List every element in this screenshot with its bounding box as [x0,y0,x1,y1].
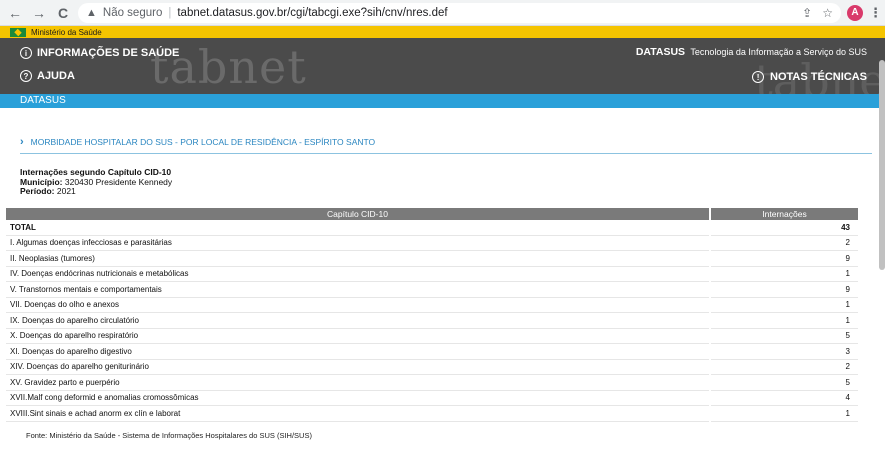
total-value: 43 [709,219,858,236]
report-title-text: MORBIDADE HOSPITALAR DO SUS - POR LOCAL … [30,137,376,147]
tabnet-header: tabnet tabnet i INFORMAÇÕES DE SAÚDE ? A… [0,38,885,94]
row-value: 1 [709,297,858,313]
row-value: 9 [709,281,858,298]
municipio-label: Município: [20,176,63,187]
ministry-link[interactable]: Ministério da Saúde [31,28,102,37]
chevron-right-icon: › [20,136,24,148]
row-value: 1 [709,266,858,282]
row-value: 4 [709,390,858,406]
row-label: IV. Doenças endócrinas nutricionais e me… [6,266,710,282]
table-row: IV. Doenças endócrinas nutricionais e me… [6,266,858,282]
forward-arrow-icon[interactable]: → [30,4,48,22]
periodo-label: Período: [20,186,55,196]
url-text[interactable]: tabnet.datasus.gov.br/cgi/tabcgi.exe?sih… [177,7,447,19]
address-bar-actions: ⇪ ☆ [802,6,833,20]
datasus-subbar: DATASUS [0,94,885,108]
table-row: IX. Doenças do aparelho circulatório 1 [6,312,858,329]
table-row: II. Neoplasias (tumores) 9 [6,250,858,267]
row-value: 1 [709,312,858,329]
column-header-internacoes: Internações [710,207,858,220]
periodo-line: Período: 2021 [20,186,885,197]
brand-name: DATASUS [635,46,686,58]
help-link[interactable]: ? AJUDA [20,70,75,82]
total-label: TOTAL [6,219,710,236]
data-source-note: Fonte: Ministério da Saúde - Sistema de … [26,430,312,440]
row-value: 5 [709,328,858,344]
row-label: IX. Doenças do aparelho circulatório [6,312,710,329]
reload-icon[interactable]: C [54,4,72,22]
table-header-row: Capítulo CID-10 Internações [6,207,858,220]
row-label: V. Transtornos mentais e comportamentais [6,281,710,298]
row-label: XIV. Doenças do aparelho geniturinário [6,359,710,375]
brand-tagline: Tecnologia da Informação a Serviço do SU… [690,47,867,57]
periodo-value: 2021 [56,186,76,196]
municipio-value: 320430 Presidente Kennedy [64,176,173,187]
table-row: VII. Doenças do olho e anexos 1 [6,297,858,313]
row-value: 3 [709,343,858,360]
column-header-capitulo: Capítulo CID-10 [6,207,711,220]
row-label: II. Neoplasias (tumores) [6,250,710,267]
report-meta: Internações segundo Capítulo CID-10 Muni… [20,167,885,197]
table-row: XI. Doenças do aparelho digestivo 3 [6,343,858,360]
table-total-row: TOTAL 43 [6,219,858,236]
table-row: X. Doenças do aparelho respiratório 5 [6,328,858,344]
brazil-flag-icon [10,27,26,37]
government-bar: Ministério da Saúde [0,26,885,38]
row-value: 2 [709,359,858,375]
back-arrow-icon[interactable]: ← [6,4,24,22]
results-table: Capítulo CID-10 Internações TOTAL 43 I. … [6,207,858,422]
row-label: I. Algumas doenças infecciosas e parasit… [6,235,710,251]
row-label: XVII.Malf cong deformid e anomalias crom… [6,390,710,406]
table-row: XVII.Malf cong deformid e anomalias crom… [6,390,858,406]
browser-menu-icon[interactable]: ⋮ [869,5,882,21]
browser-toolbar: ← → C ▲ Não seguro | tabnet.datasus.gov.… [0,0,885,26]
info-circle-icon: ! [752,71,765,83]
address-bar[interactable]: ▲ Não seguro | tabnet.datasus.gov.br/cgi… [78,2,841,23]
share-icon[interactable]: ⇪ [802,6,812,20]
report-title: › MORBIDADE HOSPITALAR DO SUS - POR LOCA… [20,136,872,154]
notas-tecnicas-label: NOTAS TÉCNICAS [770,71,867,83]
row-value: 2 [709,235,858,251]
row-label: XI. Doenças do aparelho digestivo [6,343,710,360]
info-saude-link[interactable]: i INFORMAÇÕES DE SAÚDE [20,47,179,59]
question-circle-icon: ? [20,70,32,82]
table-row: XIV. Doenças do aparelho geniturinário 2 [6,359,858,375]
help-label: AJUDA [37,70,75,82]
row-label: XVIII.Sint sinais e achad anorm ex clín … [6,405,710,422]
info-saude-label: INFORMAÇÕES DE SAÚDE [37,47,180,59]
table-row: I. Algumas doenças infecciosas e parasit… [6,235,858,251]
notas-tecnicas-link[interactable]: ! NOTAS TÉCNICAS [752,71,867,83]
row-value: 5 [709,374,858,391]
row-label: XV. Gravidez parto e puerpério [6,374,710,391]
table-row: XVIII.Sint sinais e achad anorm ex clín … [6,405,858,422]
row-label: VII. Doenças do olho e anexos [6,297,710,313]
datasus-brand[interactable]: DATASUS Tecnologia da Informação a Servi… [636,46,867,58]
row-value: 1 [709,405,858,422]
profile-avatar[interactable]: A [847,4,863,21]
bookmark-star-icon[interactable]: ☆ [822,6,833,20]
municipio-line: Município: 320430 Presidente Kennedy [20,176,885,188]
page-scrollbar[interactable] [879,60,885,270]
table-row: V. Transtornos mentais e comportamentais… [6,281,858,298]
row-label: X. Doenças do aparelho respiratório [6,328,710,344]
url-separator: | [168,6,172,19]
warning-icon[interactable]: ▲ [86,7,97,19]
info-circle-icon: i [20,47,32,59]
report-content: › MORBIDADE HOSPITALAR DO SUS - POR LOCA… [0,136,885,440]
row-value: 9 [709,250,858,267]
table-row: XV. Gravidez parto e puerpério 5 [6,374,858,391]
security-status[interactable]: Não seguro [103,7,162,19]
